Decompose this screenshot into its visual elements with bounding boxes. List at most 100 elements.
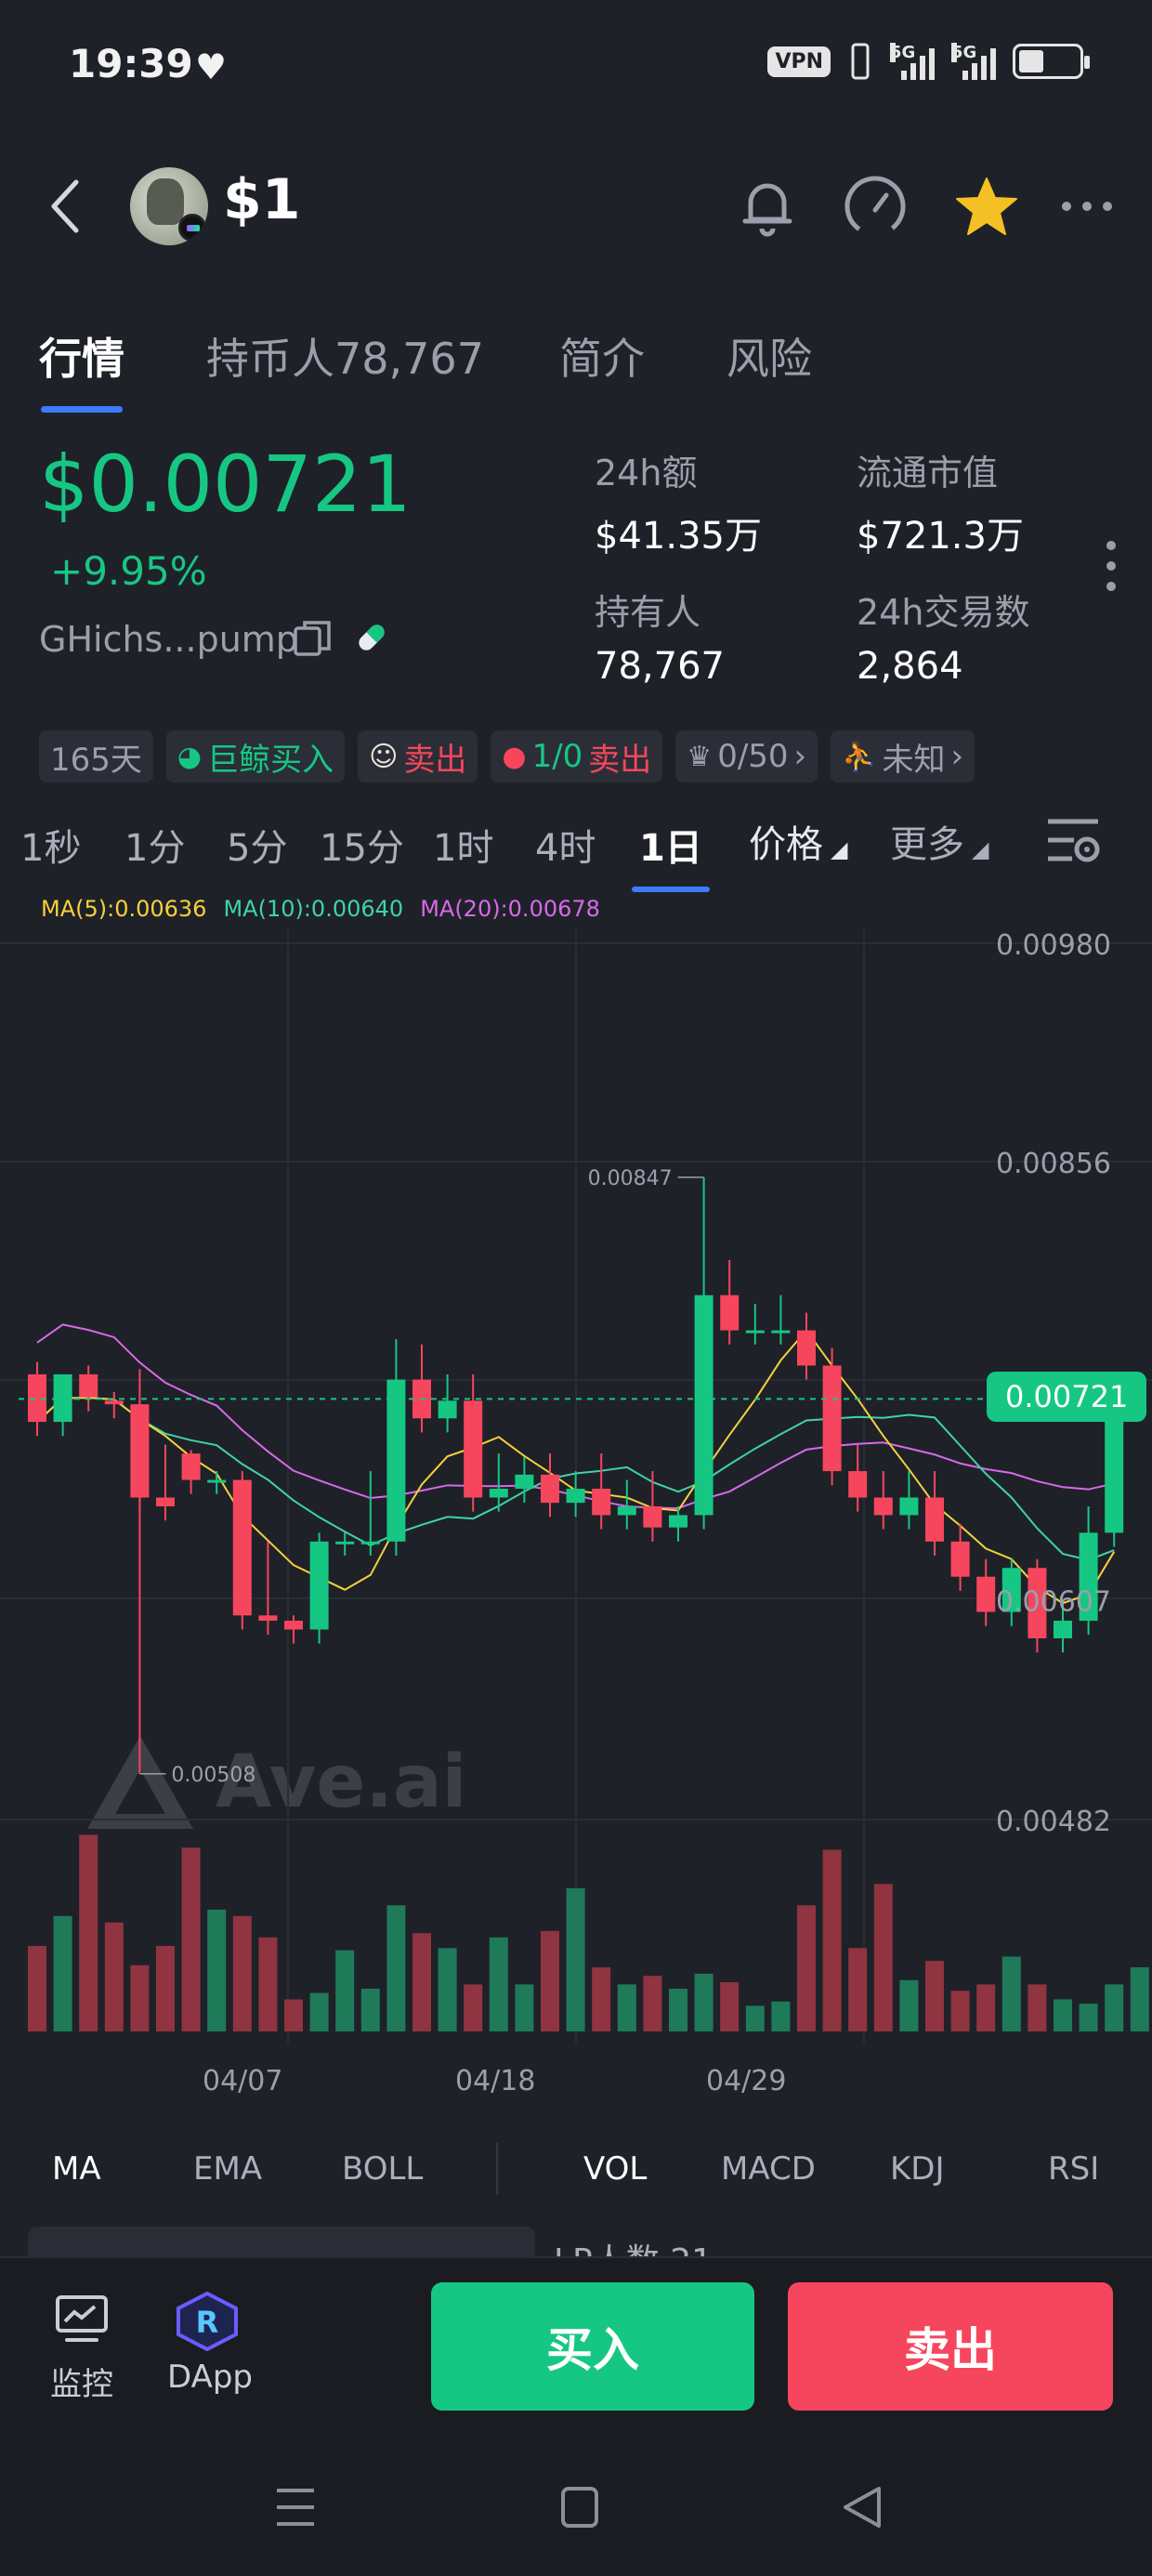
timeframe-5m[interactable]: 5分 [227, 818, 287, 872]
indicator-boll[interactable]: BOLL [342, 2150, 423, 2188]
tab-intro[interactable]: 简介 [559, 325, 645, 387]
volume-bar [899, 1979, 919, 2031]
dapp-icon[interactable]: R [175, 2292, 240, 2351]
volume-bar [541, 1930, 559, 2031]
indicator-vol[interactable]: VOL [583, 2150, 647, 2188]
timeframe-15m[interactable]: 15分 [320, 818, 404, 872]
x-tick-label: 04/18 [455, 2065, 536, 2097]
ma10-label: MA(10):0.00640 [223, 896, 404, 922]
more-icon[interactable] [1054, 173, 1120, 240]
volume-bar [822, 1849, 842, 2031]
volume-bar [130, 1965, 150, 2031]
low-price-label: 0.00508 [171, 1764, 255, 1787]
tab-market[interactable]: 行情 [39, 325, 124, 387]
copy-icon[interactable] [292, 617, 333, 658]
volume-bar [464, 1984, 483, 2031]
timeframe-1h[interactable]: 1时 [433, 818, 493, 872]
candle-body [694, 1295, 713, 1516]
tag-whale-buy[interactable]: ◕ 巨鲸买入 [165, 730, 346, 782]
tag-unknown[interactable]: ⛹ 未知 › [831, 730, 975, 782]
volume-bar [79, 1834, 98, 2031]
high-price-label: 0.00847 [588, 1167, 673, 1190]
volume-bar [1079, 2004, 1098, 2031]
volume-bar [412, 1933, 431, 2031]
chef-icon: ☺ [369, 740, 399, 773]
volume-bar [232, 1915, 252, 2031]
volume-bar [976, 1984, 996, 2031]
tag-row: 165天 ◕ 巨鲸买入 ☺ 卖出 ● 1/0 卖出 ♛ 0/50 › ⛹ 未知 … [39, 730, 975, 782]
volume-bar [617, 1984, 636, 2031]
more-menu[interactable]: 更多 ◢ [890, 814, 988, 868]
x-tick-label: 04/29 [706, 2065, 787, 2097]
pill-icon[interactable] [351, 617, 392, 658]
tab-risk[interactable]: 风险 [727, 325, 812, 387]
candle-body [822, 1365, 842, 1472]
dapp-label[interactable]: DApp [167, 2359, 253, 2396]
candle-body [797, 1330, 816, 1366]
volume-bar [643, 1976, 662, 2031]
stat-holders-label: 持有人 [595, 592, 701, 633]
buy-button[interactable]: 买入 [431, 2282, 754, 2411]
signal-2-icon: 5G [951, 43, 996, 80]
tag-rank[interactable]: ♛ 0/50 › [675, 730, 818, 782]
current-price-tag: 0.00721 [987, 1372, 1147, 1422]
volume-bar [258, 1937, 278, 2031]
candle-body [232, 1479, 252, 1616]
tag-money-sell[interactable]: ● 1/0 卖出 [491, 730, 663, 782]
vertical-more-icon[interactable] [1102, 541, 1120, 593]
candle-body [335, 1541, 355, 1544]
volume-bar [284, 1999, 303, 2031]
volume-bar [950, 1991, 970, 2031]
candle-body [1054, 1621, 1072, 1638]
candle-body [156, 1497, 175, 1506]
candle-body [207, 1479, 227, 1483]
volume-bar [1054, 1999, 1072, 2031]
indicator-divider [496, 2143, 498, 2195]
stat-mcap-label: 流通市值 [857, 453, 999, 493]
indicator-macd[interactable]: MACD [721, 2150, 816, 2188]
sell-button[interactable]: 卖出 [788, 2282, 1113, 2411]
volume-bar [848, 1948, 868, 2031]
chart-settings-icon[interactable] [1044, 814, 1102, 868]
candle-body [848, 1471, 868, 1498]
star-icon[interactable] [953, 173, 1020, 240]
indicator-ema[interactable]: EMA [193, 2150, 262, 2188]
speedometer-icon[interactable] [842, 173, 909, 240]
timeframe-4h[interactable]: 4时 [535, 818, 596, 872]
crown-icon: ♛ [687, 740, 713, 773]
timeframe-1m[interactable]: 1分 [124, 818, 185, 872]
monitor-label[interactable]: 监控 [50, 2359, 113, 2404]
timeframe-1s[interactable]: 1秒 [20, 818, 81, 872]
chevron-right-icon: › [793, 738, 807, 775]
candlestick-chart[interactable]: 0.009800.008560.006070.00482 0.008470.00… [0, 920, 1152, 2044]
bell-icon[interactable] [734, 173, 801, 240]
current-price: $0.00721 [39, 439, 412, 530]
volume-bar [335, 1950, 355, 2031]
home-icon[interactable] [552, 2481, 608, 2533]
price-menu[interactable]: 价格 ◢ [749, 814, 847, 868]
candle-body [617, 1505, 636, 1516]
caret-down-icon: ◢ [831, 836, 848, 862]
tab-holders[interactable]: 持币人78,767 [206, 325, 484, 387]
back-icon[interactable] [46, 177, 84, 236]
monitor-icon[interactable] [54, 2293, 110, 2346]
candle-body [104, 1400, 124, 1405]
recent-apps-icon[interactable] [268, 2481, 323, 2533]
candle-body [515, 1474, 534, 1490]
timeframe-1d[interactable]: 1日 [639, 818, 702, 872]
heart-icon: ♥ [195, 46, 228, 87]
tag-age[interactable]: 165天 [39, 730, 153, 782]
volume-bar [515, 1984, 534, 2031]
candle-body [669, 1515, 687, 1528]
tag-dev-sell[interactable]: ☺ 卖出 [358, 730, 478, 782]
candle-body [720, 1295, 740, 1331]
indicator-kdj[interactable]: KDJ [890, 2150, 945, 2188]
system-back-icon[interactable] [836, 2481, 892, 2533]
vpn-badge: VPN [767, 46, 831, 77]
volume-bar [720, 1982, 740, 2031]
candle-body [899, 1497, 919, 1516]
candle-body [284, 1621, 303, 1630]
indicator-rsi[interactable]: RSI [1048, 2150, 1099, 2188]
y-tick-label: 0.00482 [996, 1806, 1111, 1838]
indicator-ma[interactable]: MA [52, 2150, 101, 2188]
